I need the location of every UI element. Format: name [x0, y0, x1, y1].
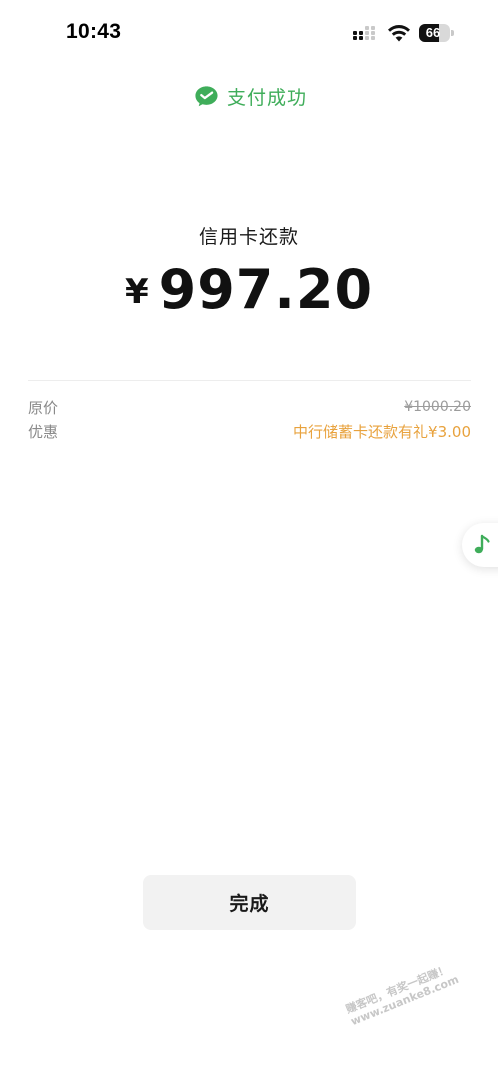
discount-value: 中行储蓄卡还款有礼¥3.00 [293, 422, 471, 441]
battery-cap [451, 30, 454, 36]
currency-symbol: ¥ [124, 272, 149, 312]
payment-success-header: 支付成功 [194, 83, 307, 109]
watermark: 赚客吧，有奖一起赚！ www.zuanke8.com [344, 940, 498, 1028]
discount-row: 优惠 中行储蓄卡还款有礼¥3.00 [28, 420, 471, 442]
status-indicators: 66 [352, 23, 462, 45]
signal-bars-icon [353, 26, 375, 40]
music-note-icon [474, 534, 490, 554]
original-price-label: 原价 [28, 398, 59, 417]
merchant-name: 信用卡还款 [198, 226, 299, 248]
amount-display: ¥997.20 [0, 258, 498, 321]
status-time: 10:43 [66, 20, 122, 43]
original-price-value: ¥1000.20 [404, 399, 471, 415]
divider [28, 380, 471, 381]
payment-amount: 997.20 [158, 258, 374, 321]
watermark-line-2: www.zuanke8.com [348, 972, 461, 1029]
wechat-pay-icon [195, 85, 218, 106]
battery-level: 66 [425, 25, 441, 40]
discount-label: 优惠 [28, 422, 59, 441]
floating-music-button[interactable] [462, 523, 498, 567]
wifi-icon [388, 25, 410, 42]
battery-icon: 66 [419, 24, 450, 42]
payment-success-title: 支付成功 [227, 86, 308, 109]
done-button[interactable]: 完成 [143, 875, 356, 930]
original-price-row: 原价 ¥1000.20 [28, 396, 471, 418]
